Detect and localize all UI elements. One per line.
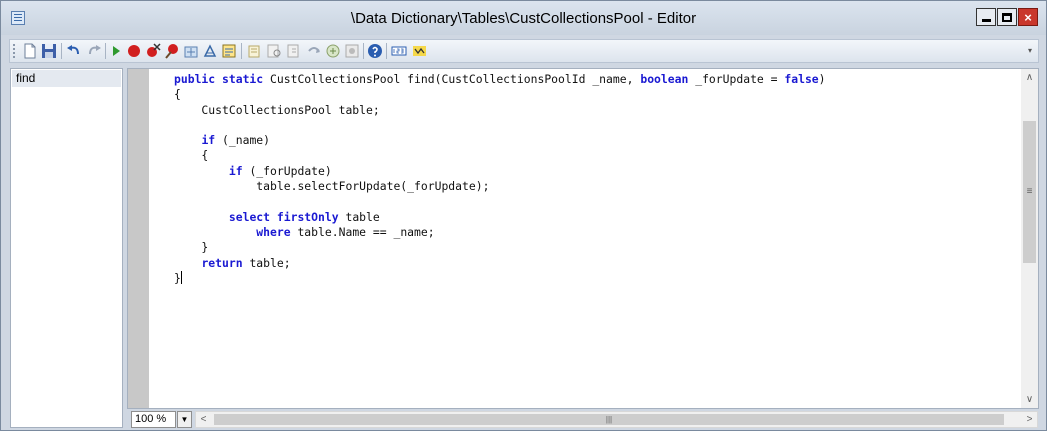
scroll-left-icon[interactable]: <	[196, 412, 211, 427]
chevron-down-icon[interactable]: ▼	[177, 411, 192, 428]
code-line[interactable]: return table;	[174, 256, 826, 271]
vertical-scrollbar[interactable]: ∧ ≡ ∨	[1021, 69, 1038, 408]
code-line[interactable]: CustCollectionsPool table;	[174, 103, 826, 118]
code-line[interactable]	[174, 194, 826, 209]
editor-gutter[interactable]	[128, 69, 149, 408]
undo-icon[interactable]	[66, 43, 82, 59]
window-title: \Data Dictionary\Tables\CustCollectionsP…	[350, 10, 697, 27]
lookup-icon[interactable]	[202, 43, 218, 59]
methods-pane: find	[10, 68, 123, 428]
scroll-thumb[interactable]: ≡	[1023, 121, 1036, 263]
minimize-button[interactable]	[976, 8, 996, 26]
close-button[interactable]: ×	[1018, 8, 1038, 26]
toolbar-separator	[363, 43, 364, 59]
run-icon[interactable]	[108, 43, 124, 59]
source-control-icon[interactable]	[246, 43, 262, 59]
numbers-icon[interactable]	[344, 43, 360, 59]
code-line[interactable]: }	[174, 240, 826, 255]
code-line[interactable]: {	[174, 148, 826, 163]
minimize-icon	[981, 19, 991, 22]
horizontal-scrollbar[interactable]: < ||| >	[195, 411, 1038, 428]
toolbar-separator	[386, 43, 387, 59]
new-icon[interactable]	[22, 43, 38, 59]
toolbar-separator	[241, 43, 242, 59]
code-line[interactable]: if (_forUpdate)	[174, 164, 826, 179]
redo-icon[interactable]	[86, 43, 102, 59]
code-line[interactable]: {	[174, 87, 826, 102]
code-line[interactable]: }	[174, 270, 826, 286]
code-line[interactable]: public static CustCollectionsPool find(C…	[174, 72, 826, 87]
enable-breakpoint-icon[interactable]	[164, 43, 180, 59]
toolbar-separator	[105, 43, 106, 59]
horizontal-scroll-thumb[interactable]: |||	[214, 414, 1004, 425]
code-line[interactable]: table.selectForUpdate(_forUpdate);	[174, 179, 826, 194]
save-icon[interactable]	[41, 43, 57, 59]
method-list-item[interactable]: find	[12, 70, 121, 87]
text-caret	[180, 270, 182, 284]
code-line[interactable]: select firstOnly table	[174, 210, 826, 225]
title-bar[interactable]: \Data Dictionary\Tables\CustCollectionsP…	[1, 1, 1046, 35]
label-icon[interactable]	[391, 43, 407, 59]
compile-icon[interactable]	[183, 43, 199, 59]
code-editor[interactable]: public static CustCollectionsPool find(C…	[127, 68, 1039, 409]
find-icon[interactable]	[266, 43, 282, 59]
editor-status-bar: 100 % ▼ < ||| >	[127, 410, 1039, 429]
maximize-icon	[1002, 12, 1012, 22]
toolbar-overflow-icon[interactable]: ▾	[1028, 43, 1036, 59]
breakpoint-icon[interactable]	[126, 43, 142, 59]
go-to-icon[interactable]	[306, 43, 322, 59]
editor-window: \Data Dictionary\Tables\CustCollectionsP…	[0, 0, 1047, 431]
scroll-up-icon[interactable]: ∧	[1021, 69, 1038, 86]
toolbar-separator	[61, 43, 62, 59]
maximize-button[interactable]	[997, 8, 1017, 26]
code-line[interactable]	[174, 118, 826, 133]
help-icon[interactable]	[367, 43, 383, 59]
translate-icon[interactable]	[412, 43, 428, 59]
remove-breakpoints-icon[interactable]	[145, 43, 161, 59]
code-text[interactable]: public static CustCollectionsPool find(C…	[174, 72, 826, 286]
editor-toolbar: ▾	[9, 39, 1039, 63]
scripts-icon[interactable]	[221, 43, 237, 59]
toolbar-grip[interactable]	[13, 44, 15, 58]
scroll-right-icon[interactable]: >	[1022, 412, 1037, 427]
properties-icon[interactable]	[325, 43, 341, 59]
replace-icon[interactable]	[286, 43, 302, 59]
code-line[interactable]: where table.Name == _name;	[174, 225, 826, 240]
zoom-select[interactable]: 100 %	[131, 411, 176, 428]
close-icon: ×	[1024, 9, 1032, 25]
scroll-down-icon[interactable]: ∨	[1021, 391, 1038, 408]
code-line[interactable]: if (_name)	[174, 133, 826, 148]
